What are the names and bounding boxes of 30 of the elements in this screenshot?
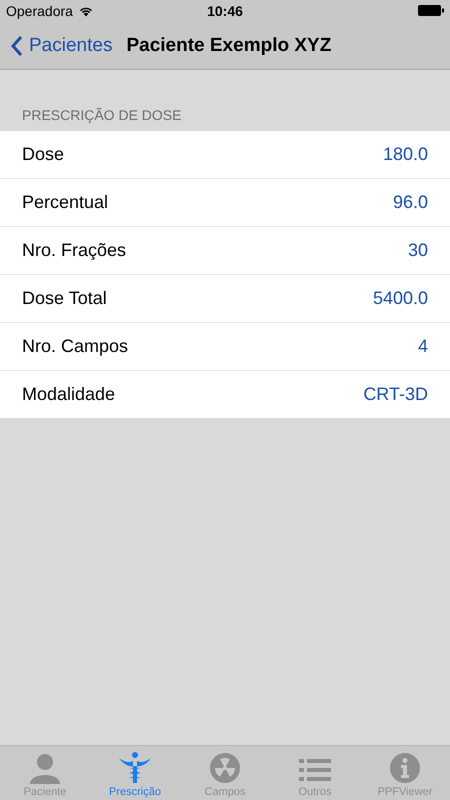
section-header: PRESCRIÇÃO DE DOSE bbox=[21, 106, 182, 125]
caduceus-icon bbox=[118, 752, 152, 784]
row-value: 96.0 bbox=[392, 192, 428, 213]
tab[interactable]: Paciente bbox=[0, 746, 90, 800]
battery-icon bbox=[418, 5, 444, 16]
wifi-icon bbox=[78, 6, 93, 16]
back-chevron-icon bbox=[10, 34, 23, 56]
row-label: Dose bbox=[22, 144, 64, 165]
row-label: Nro. Campos bbox=[22, 336, 128, 357]
row-label: Percentual bbox=[22, 192, 108, 213]
back-button[interactable]: Pacientes bbox=[10, 34, 112, 56]
row-value: 4 bbox=[418, 336, 428, 357]
row-value: 5400.0 bbox=[372, 288, 428, 309]
row-value: CRT-3D bbox=[363, 384, 428, 405]
radiation-icon bbox=[209, 752, 241, 784]
row-value: 180.0 bbox=[382, 144, 428, 165]
info-icon bbox=[389, 752, 421, 784]
tab[interactable]: PPFViewer bbox=[360, 746, 450, 800]
tab[interactable]: Campos bbox=[180, 746, 270, 800]
row-label: Nro. Frações bbox=[22, 240, 126, 261]
row-label: Dose Total bbox=[22, 288, 107, 309]
row-label: Modalidade bbox=[22, 384, 116, 405]
carrier-name: Operadora bbox=[6, 3, 73, 19]
tab[interactable]: Prescrição bbox=[90, 746, 180, 800]
row-value: 30 bbox=[408, 240, 428, 261]
list-icon bbox=[299, 756, 331, 784]
tab[interactable]: Outros bbox=[270, 746, 360, 800]
nav-title: Paciente Exemplo XYZ bbox=[126, 34, 332, 56]
person-icon bbox=[28, 752, 62, 784]
status-time: 10:46 bbox=[207, 3, 243, 19]
